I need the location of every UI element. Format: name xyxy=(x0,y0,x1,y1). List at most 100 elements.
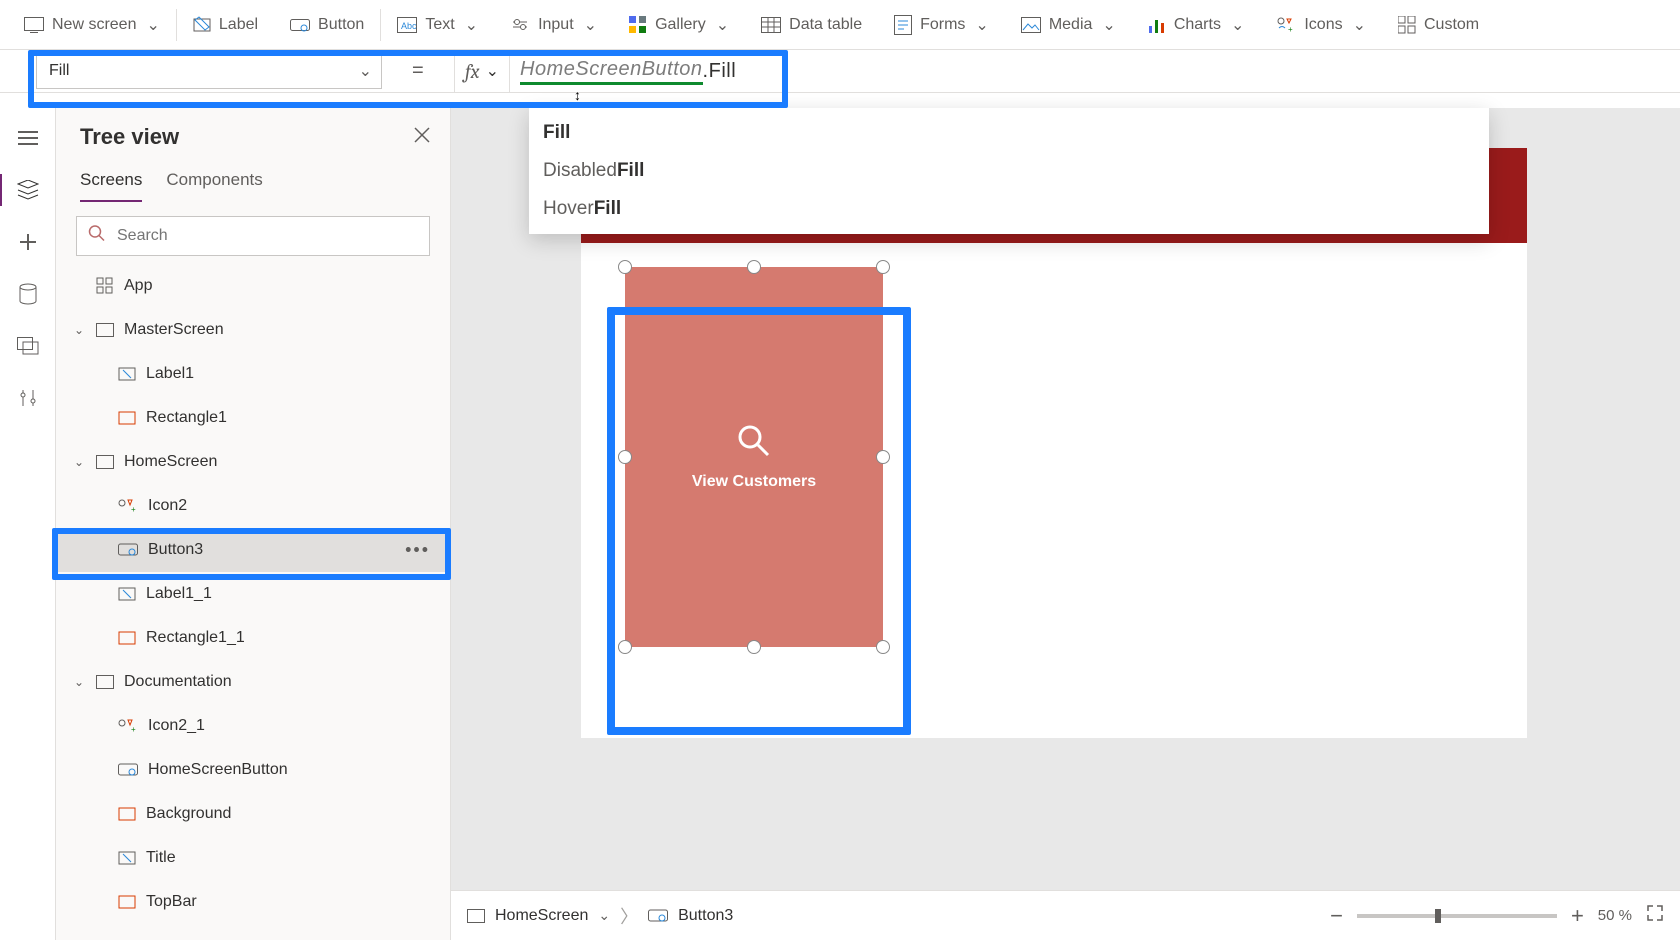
fit-to-window-button[interactable] xyxy=(1646,904,1664,927)
ribbon-label-text: Label xyxy=(219,16,258,34)
chevron-down-icon: ⌄ xyxy=(146,15,159,35)
screen-preview[interactable]: Home Screen View Customers xyxy=(581,148,1527,738)
hamburger-button[interactable] xyxy=(6,116,50,160)
chevron-down-icon: ⌄ xyxy=(465,15,478,35)
chevron-down-icon: ⌄ xyxy=(584,15,597,35)
selected-control[interactable]: View Customers xyxy=(619,261,889,653)
caret-indicator xyxy=(574,87,581,103)
chevron-down-icon[interactable]: ⌄ xyxy=(598,907,610,924)
insert-icons-menu[interactable]: + Icons ⌄ xyxy=(1260,1,1382,49)
tree-item-topbar[interactable]: TopBar xyxy=(56,880,450,924)
advanced-tools-tab[interactable] xyxy=(6,376,50,420)
tree-item-homescreen[interactable]: ⌄ HomeScreen xyxy=(56,440,450,484)
tree-view-title: Tree view xyxy=(80,124,179,150)
button-icon xyxy=(648,908,668,924)
context-menu-button[interactable]: ••• xyxy=(405,540,430,561)
resize-handle[interactable] xyxy=(876,260,890,274)
breadcrumb-screen[interactable]: HomeScreen xyxy=(495,907,588,925)
insert-custom-menu[interactable]: Custom xyxy=(1382,1,1495,49)
tree-item-label: Label1 xyxy=(146,365,194,383)
chevron-down-icon: ⌄ xyxy=(975,15,988,35)
screen-body: View Customers xyxy=(581,243,1527,738)
tree-item-icon2[interactable]: + Icon2 xyxy=(56,484,450,528)
insert-forms-menu[interactable]: Forms ⌄ xyxy=(878,1,1005,49)
resize-handle[interactable] xyxy=(618,450,632,464)
tree-item-label1-1[interactable]: Label1_1 xyxy=(56,572,450,616)
status-right: − + 50 % xyxy=(1330,903,1664,929)
tab-components[interactable]: Components xyxy=(166,164,262,202)
tree-item-background[interactable]: Background xyxy=(56,792,450,836)
breadcrumb-control[interactable]: Button3 xyxy=(678,907,733,925)
formula-input[interactable]: HomeScreenButton.Fill xyxy=(520,50,736,92)
tree-item-rectangle1-1[interactable]: Rectangle1_1 xyxy=(56,616,450,660)
chevron-down-icon: ⌄ xyxy=(716,15,729,35)
resize-handle[interactable] xyxy=(876,450,890,464)
tree-item-label: Rectangle1_1 xyxy=(146,629,245,647)
custom-icon xyxy=(1398,16,1416,34)
tree-item-button3[interactable]: Button3 ••• xyxy=(56,528,450,572)
tree-item-label: Button3 xyxy=(148,541,203,559)
resize-handle[interactable] xyxy=(876,640,890,654)
insert-datatable-button[interactable]: Data table xyxy=(745,1,878,49)
autocomplete-item[interactable]: Fill xyxy=(529,114,1489,152)
button-fill: View Customers xyxy=(625,267,883,647)
fx-button[interactable]: fx ⌄ xyxy=(454,50,510,92)
resize-handle[interactable] xyxy=(618,260,632,274)
tree-item-label: Rectangle1 xyxy=(146,409,227,427)
resize-handle[interactable] xyxy=(747,260,761,274)
tree-item-label: App xyxy=(124,277,152,295)
tree-scroll[interactable]: App ⌄ MasterScreen Label1 Rectangle1 ⌄ H… xyxy=(56,264,450,940)
status-bar: HomeScreen ⌄ 〉 Button3 − + 50 % xyxy=(451,890,1680,940)
zoom-in-button[interactable]: + xyxy=(1571,903,1584,929)
formula-bar: ⌄ = fx ⌄ HomeScreenButton.Fill xyxy=(0,50,1680,93)
autocomplete-item[interactable]: HoverFill xyxy=(529,190,1489,228)
label-icon xyxy=(193,16,211,34)
ribbon-icons-label: Icons xyxy=(1304,16,1342,34)
tree-item-app[interactable]: App xyxy=(56,264,450,308)
media-rail-icon xyxy=(17,337,39,355)
insert-button-button[interactable]: Button xyxy=(274,1,380,49)
resize-handle[interactable] xyxy=(747,640,761,654)
media-icon xyxy=(1021,17,1041,33)
property-selector[interactable] xyxy=(36,53,382,89)
insert-tab[interactable] xyxy=(6,220,50,264)
new-screen-menu[interactable]: New screen ⌄ xyxy=(8,1,176,49)
autocomplete-item[interactable]: DisabledFill xyxy=(529,152,1489,190)
tree-item-rectangle1[interactable]: Rectangle1 xyxy=(56,396,450,440)
search-icon xyxy=(736,423,772,459)
insert-gallery-menu[interactable]: Gallery ⌄ xyxy=(613,1,745,49)
tree-item-label: Icon2_1 xyxy=(148,717,205,735)
tree-item-label: Documentation xyxy=(124,673,232,691)
media-tab[interactable] xyxy=(6,324,50,368)
tree-item-label1[interactable]: Label1 xyxy=(56,352,450,396)
tree-view-panel: Tree view Screens Components App ⌄ Maste… xyxy=(56,108,451,940)
tree-item-homescreenbutton[interactable]: HomeScreenButton xyxy=(56,748,450,792)
zoom-value: 50 % xyxy=(1598,907,1632,924)
close-tree-button[interactable] xyxy=(414,127,430,148)
tree-item-documentation[interactable]: ⌄ Documentation xyxy=(56,660,450,704)
insert-input-menu[interactable]: Input ⌄ xyxy=(494,1,613,49)
ribbon-input-label: Input xyxy=(538,16,574,34)
button-icon xyxy=(118,762,138,778)
data-tab[interactable] xyxy=(6,272,50,316)
left-rail xyxy=(0,108,56,940)
tab-screens[interactable]: Screens xyxy=(80,164,142,202)
insert-charts-menu[interactable]: Charts ⌄ xyxy=(1132,1,1261,49)
resize-handle[interactable] xyxy=(618,640,632,654)
zoom-out-button[interactable]: − xyxy=(1330,903,1343,929)
insert-media-menu[interactable]: Media ⌄ xyxy=(1005,1,1132,49)
tree-item-title[interactable]: Title xyxy=(56,836,450,880)
chevron-down-icon: ⌄ xyxy=(1231,15,1244,35)
insert-text-menu[interactable]: Abc Text ⌄ xyxy=(381,1,494,49)
gallery-icon xyxy=(629,16,647,34)
tree-view-tab[interactable] xyxy=(6,168,50,212)
formula-reference: HomeScreenButton xyxy=(520,58,703,85)
button-icon xyxy=(290,17,310,33)
insert-label-button[interactable]: Label xyxy=(177,1,274,49)
tree-item-icon2-1[interactable]: + Icon2_1 xyxy=(56,704,450,748)
zoom-slider[interactable] xyxy=(1357,914,1557,918)
tree-search-input[interactable] xyxy=(76,216,430,256)
data-table-icon xyxy=(761,17,781,33)
tree-item-masterscreen[interactable]: ⌄ MasterScreen xyxy=(56,308,450,352)
zoom-thumb[interactable] xyxy=(1435,909,1441,923)
